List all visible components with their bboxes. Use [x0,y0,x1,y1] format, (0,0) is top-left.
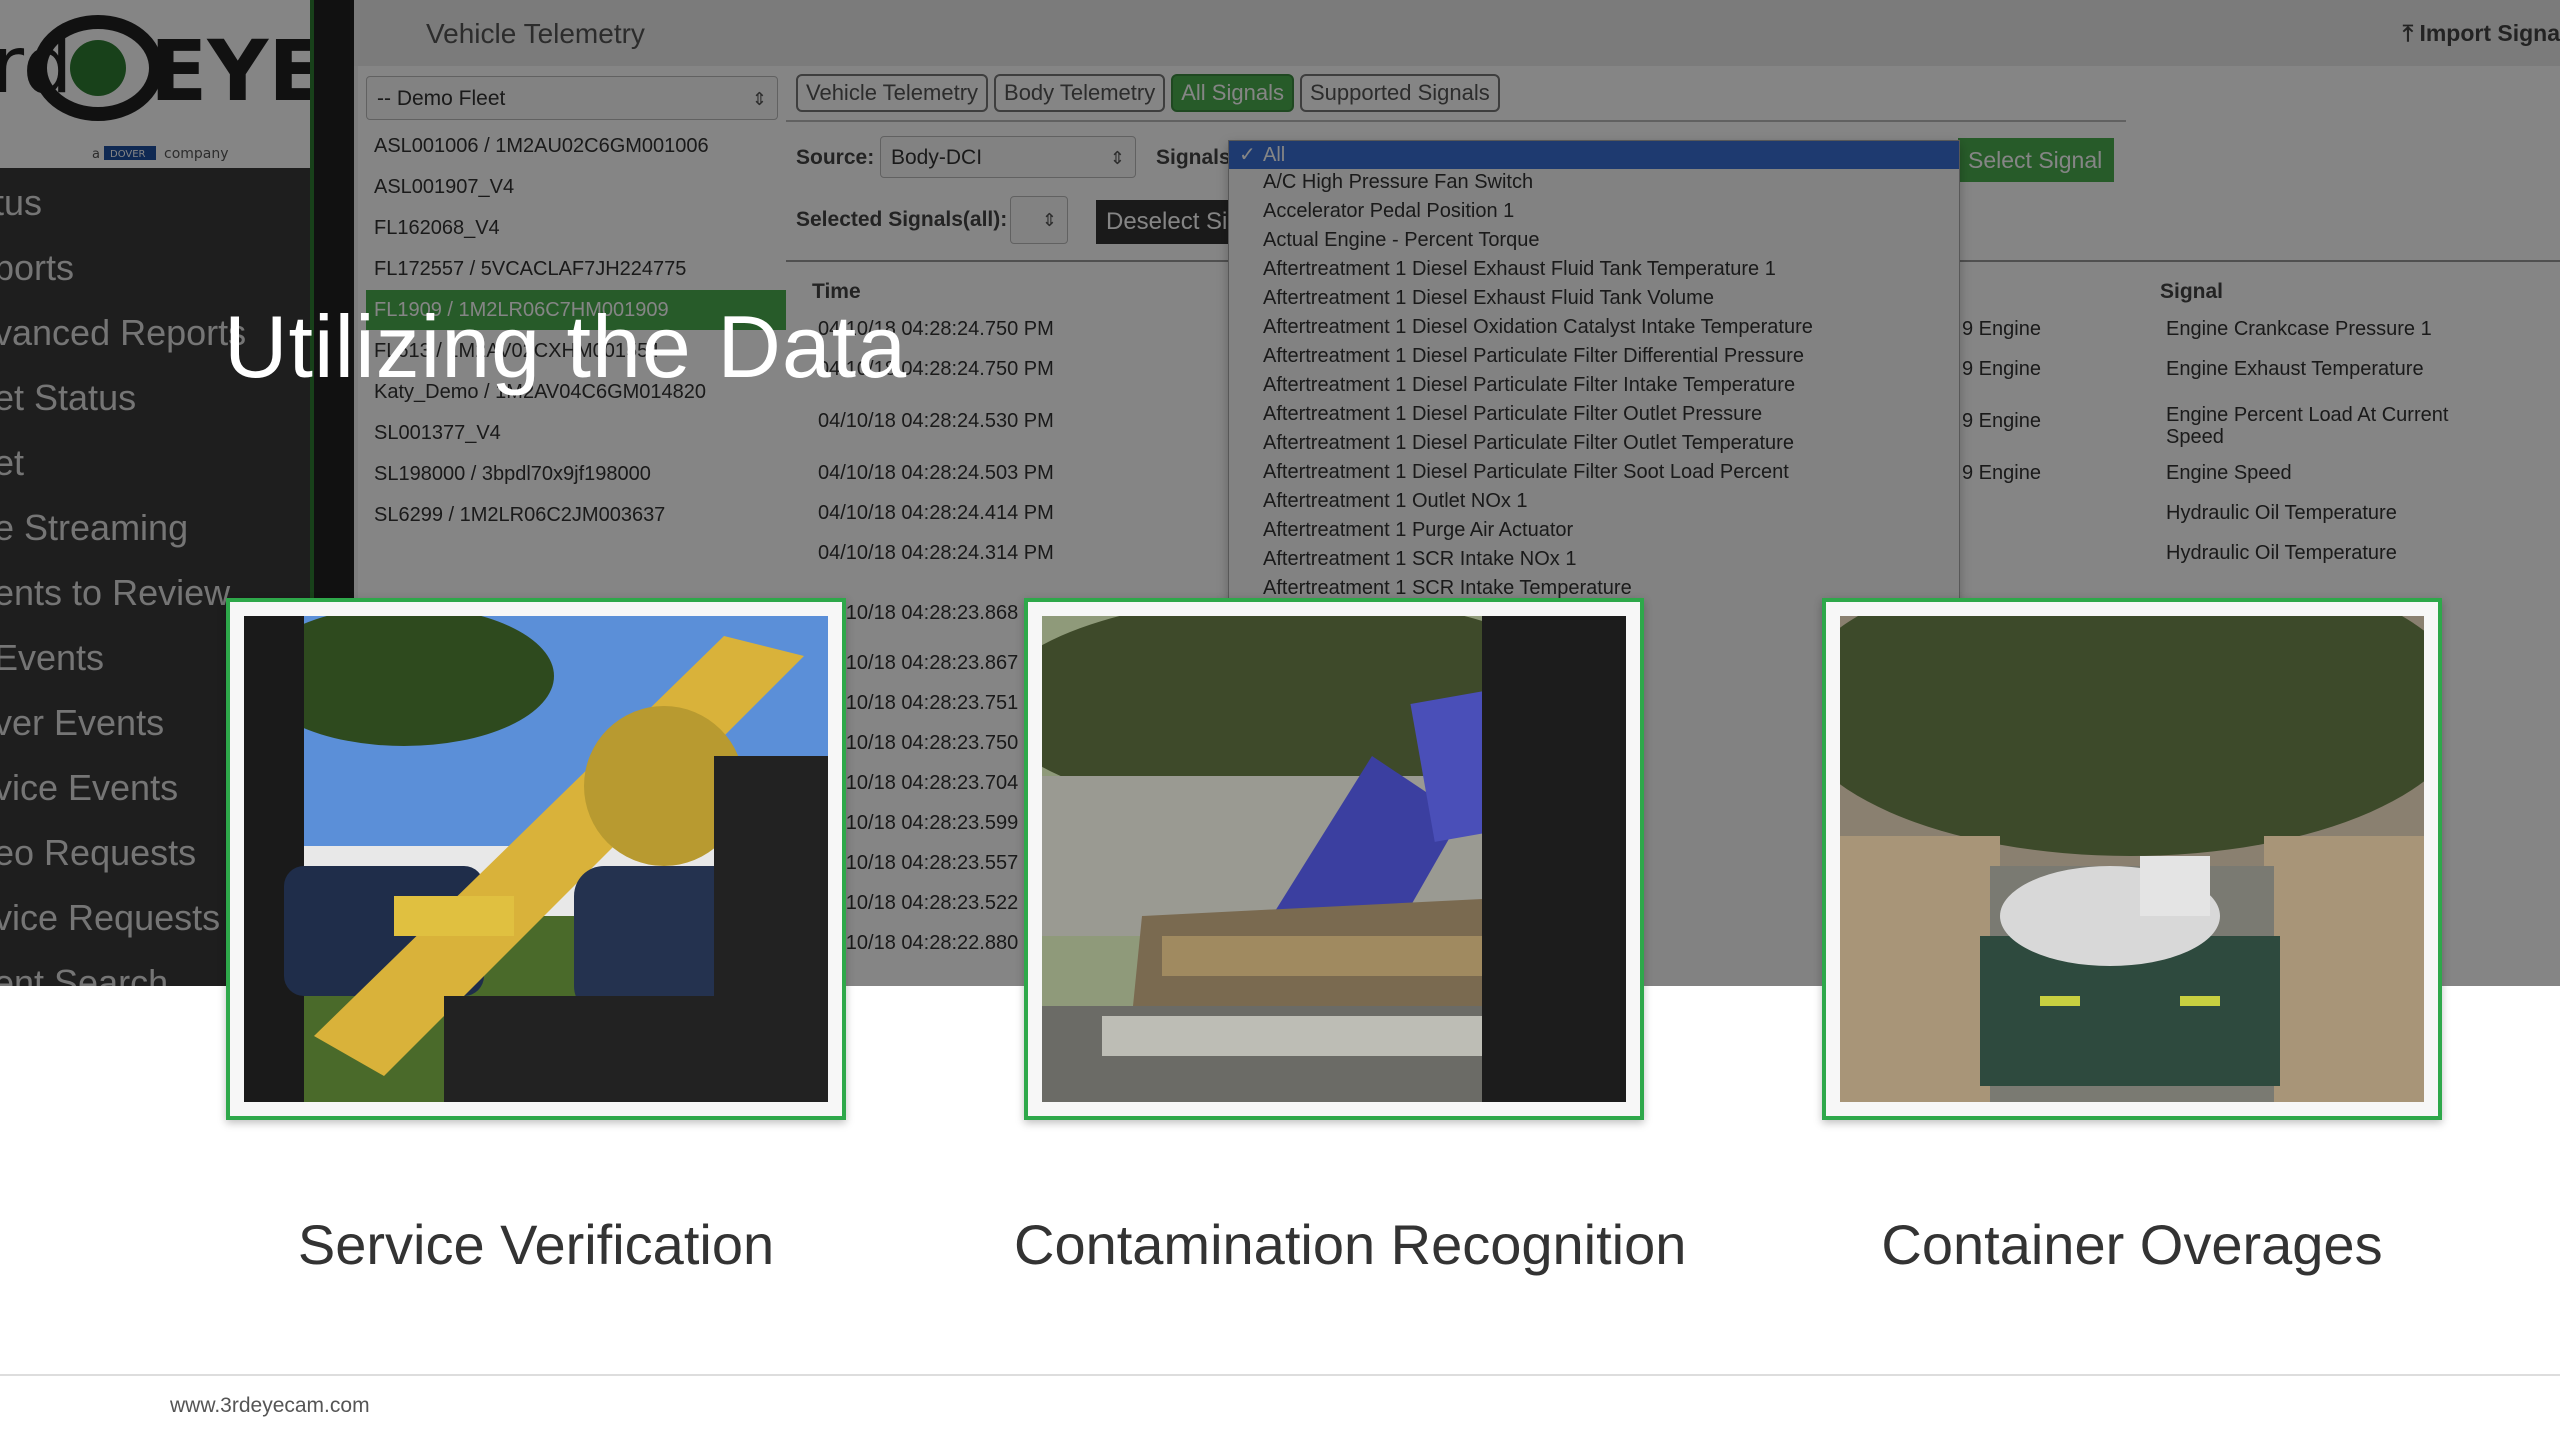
slide-title: Utilizing the Data [224,297,908,396]
footer-divider [0,1374,2560,1376]
photo-container-overages [1822,598,2442,1120]
footer-url: www.3rdeyecam.com [170,1394,370,1417]
photo-contamination-recognition [1024,598,1644,1120]
caption-service-verification: Service Verification [297,1213,775,1276]
caption-contamination-recognition: Contamination Recognition [1014,1213,1687,1276]
dumpster-camera-image [1840,616,2424,1102]
photo-service-verification [226,598,846,1120]
truck-arm-camera-image [244,616,828,1102]
hopper-camera-image [1042,616,1626,1102]
caption-container-overages: Container Overages [1881,1213,2383,1276]
